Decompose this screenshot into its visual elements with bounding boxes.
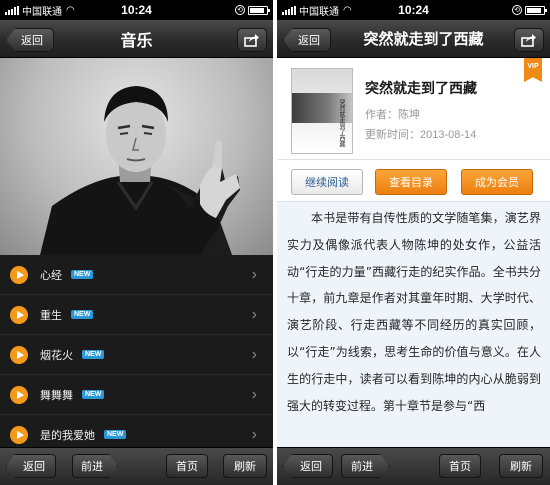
battery-fill — [527, 7, 541, 13]
book-cover[interactable]: 突然就走到了西藏 — [291, 68, 353, 154]
play-icon[interactable] — [10, 425, 28, 444]
back-button[interactable]: 返回 — [6, 28, 54, 52]
track-title: 舞舞舞 — [40, 389, 73, 402]
track-item[interactable]: 是的我爱她 NEW › — [0, 415, 273, 447]
chevron-right-icon: › — [251, 345, 257, 363]
battery-fill — [250, 7, 264, 13]
chevron-right-icon: › — [251, 305, 257, 323]
refresh-button[interactable]: 刷新 — [223, 454, 267, 478]
action-bar: 继续阅读 查看目录 成为会员 — [277, 160, 550, 202]
track-item[interactable]: 重生 NEW › — [0, 295, 273, 335]
new-badge: NEW — [82, 350, 105, 359]
share-icon — [521, 34, 536, 47]
book-info: 突然就走到了西藏 突然就走到了西藏 作者：陈坤 更新时间：2013-08-14 … — [277, 58, 550, 160]
share-button[interactable] — [514, 28, 544, 52]
browser-back-button[interactable]: 返回 — [6, 454, 56, 478]
battery-icon — [248, 5, 270, 15]
status-bar: 中国联通 ◠ 10:24 ⟲ — [0, 0, 273, 20]
play-icon[interactable] — [10, 345, 28, 364]
status-bar: 中国联通 ◠ 10:24 ⟲ — [277, 0, 550, 20]
cover-title: 突然就走到了西藏 — [338, 99, 344, 147]
book-author: 作者：陈坤 — [365, 106, 420, 122]
share-icon — [244, 34, 259, 47]
track-title: 烟花火 — [40, 349, 73, 362]
browser-forward-button[interactable]: 前进 — [72, 454, 118, 478]
bottom-toolbar: 返回 前进 首页 刷新 — [277, 447, 550, 485]
nav-bar: 返回 突然就走到了西藏 — [277, 20, 550, 58]
home-button[interactable]: 首页 — [439, 454, 481, 478]
status-time: 10:24 — [398, 3, 429, 17]
new-badge: NEW — [82, 390, 105, 399]
play-icon[interactable] — [10, 305, 28, 324]
new-badge: NEW — [104, 430, 127, 439]
track-item[interactable]: 心经 NEW › — [0, 255, 273, 295]
book-description: 本书是带有自传性质的文学随笔集，演艺界实力及偶像派代表人物陈坤的处女作，公益活动… — [287, 211, 541, 413]
chevron-right-icon: › — [251, 265, 257, 283]
play-icon[interactable] — [10, 265, 28, 284]
artist-photo — [0, 58, 273, 255]
bottom-toolbar: 返回 前进 首页 刷新 — [0, 447, 273, 485]
play-icon[interactable] — [10, 385, 28, 404]
view-catalog-button[interactable]: 查看目录 — [375, 169, 447, 195]
book-updated: 更新时间：2013-08-14 — [365, 126, 476, 142]
track-list: 心经 NEW › 重生 NEW › 烟花火 NEW › 舞舞舞 NEW › 是的… — [0, 255, 273, 447]
browser-back-button[interactable]: 返回 — [283, 454, 333, 478]
track-title: 心经 — [40, 269, 62, 282]
author-label: 作者： — [365, 109, 398, 121]
battery-icon — [525, 5, 547, 15]
author-value: 陈坤 — [398, 109, 420, 121]
chevron-right-icon: › — [251, 425, 257, 443]
track-item[interactable]: 舞舞舞 NEW › — [0, 375, 273, 415]
track-title: 重生 — [40, 309, 62, 322]
home-button[interactable]: 首页 — [166, 454, 208, 478]
continue-reading-button[interactable]: 继续阅读 — [291, 169, 363, 195]
updated-value: 2013-08-14 — [420, 129, 477, 141]
new-badge: NEW — [71, 270, 94, 279]
become-member-button[interactable]: 成为会员 — [461, 169, 533, 195]
book-screen: 中国联通 ◠ 10:24 ⟲ 返回 突然就走到了西藏 突然就走到了西藏 突然就走… — [277, 0, 550, 485]
artist-portrait-image — [40, 86, 240, 255]
page-title: 突然就走到了西藏 — [363, 31, 484, 48]
book-title: 突然就走到了西藏 — [365, 80, 477, 96]
track-title: 是的我爱她 — [40, 429, 95, 442]
nav-bar: 返回 音乐 — [0, 20, 273, 58]
share-button[interactable] — [237, 28, 267, 52]
music-screen: 中国联通 ◠ 10:24 ⟲ 返回 音乐 心经 NEW › 重生 NEW › 烟… — [0, 0, 273, 485]
back-button[interactable]: 返回 — [283, 28, 331, 52]
updated-label: 更新时间： — [365, 129, 420, 141]
track-item[interactable]: 烟花火 NEW › — [0, 335, 273, 375]
status-time: 10:24 — [121, 3, 152, 17]
chevron-right-icon: › — [251, 385, 257, 403]
refresh-button[interactable]: 刷新 — [499, 454, 543, 478]
vip-badge: VIP — [524, 58, 542, 82]
new-badge: NEW — [71, 310, 94, 319]
browser-forward-button[interactable]: 前进 — [341, 454, 389, 478]
